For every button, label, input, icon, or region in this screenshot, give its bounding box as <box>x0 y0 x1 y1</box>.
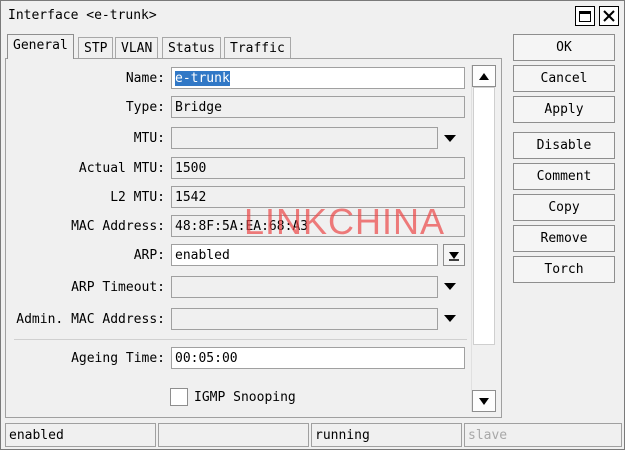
copy-button[interactable]: Copy <box>513 194 615 221</box>
chevron-down-icon <box>444 282 456 290</box>
admin-mac-input[interactable] <box>171 308 438 330</box>
comment-button[interactable]: Comment <box>513 163 615 190</box>
arp-dropdown-button[interactable] <box>443 244 465 266</box>
window-title: Interface <e-trunk> <box>8 8 157 23</box>
torch-button[interactable]: Torch <box>513 256 615 283</box>
mac-address-label: MAC Address: <box>71 219 165 234</box>
scroll-thumb[interactable] <box>473 87 495 345</box>
arp-select[interactable]: enabled <box>171 244 438 266</box>
arp-timeout-label: ARP Timeout: <box>71 280 165 295</box>
ok-button[interactable]: OK <box>513 34 615 61</box>
type-label: Type: <box>125 100 165 115</box>
remove-button[interactable]: Remove <box>513 225 615 252</box>
title-bar[interactable]: Interface <e-trunk> <box>1 1 624 31</box>
tab-traffic[interactable]: Traffic <box>224 37 291 59</box>
arp-label: ARP: <box>133 248 165 263</box>
ageing-time-label: Ageing Time: <box>71 351 165 366</box>
tab-stp[interactable]: STP <box>78 37 114 59</box>
interface-dialog: Interface <e-trunk> General STP VLAN Sta… <box>0 0 625 450</box>
general-panel: Name: e-trunk Type: Bridge MTU: Actual M… <box>5 58 502 418</box>
tab-general[interactable]: General <box>7 34 74 59</box>
name-value: e-trunk <box>175 71 230 86</box>
admin-mac-label: Admin. MAC Address: <box>16 312 165 327</box>
arp-timeout-input[interactable] <box>171 276 438 298</box>
name-label: Name: <box>125 71 165 86</box>
mtu-dropdown[interactable] <box>443 133 457 143</box>
maximize-button[interactable] <box>575 6 595 26</box>
vertical-scrollbar[interactable] <box>471 65 496 412</box>
scroll-down-icon <box>479 397 489 405</box>
name-input[interactable]: e-trunk <box>171 67 465 89</box>
arp-timeout-dropdown[interactable] <box>443 281 457 291</box>
tab-status[interactable]: Status <box>162 37 221 59</box>
scroll-up-button[interactable] <box>472 65 496 87</box>
scroll-down-button[interactable] <box>472 390 496 412</box>
l2-mtu-field: 1542 <box>171 186 465 208</box>
separator <box>14 339 467 340</box>
disable-button[interactable]: Disable <box>513 132 615 159</box>
status-bar: enabled running slave <box>5 423 622 447</box>
apply-button[interactable]: Apply <box>513 96 615 123</box>
close-button[interactable] <box>599 6 619 26</box>
actual-mtu-field: 1500 <box>171 157 465 179</box>
tab-vlan[interactable]: VLAN <box>115 37 159 59</box>
chevron-down-icon <box>444 134 456 142</box>
status-state: enabled <box>5 423 156 447</box>
igmp-snooping-label: IGMP Snooping <box>194 390 296 405</box>
maximize-icon <box>579 10 591 22</box>
l2-mtu-label: L2 MTU: <box>110 190 165 205</box>
status-running: running <box>311 423 462 447</box>
ageing-time-input[interactable]: 00:05:00 <box>171 347 465 369</box>
scroll-up-icon <box>479 72 489 80</box>
mac-address-field: 48:8F:5A:EA:68:A3 <box>171 215 465 237</box>
mtu-label: MTU: <box>133 131 165 146</box>
chevron-down-icon <box>444 314 456 322</box>
cancel-button[interactable]: Cancel <box>513 65 615 92</box>
close-icon <box>603 10 615 22</box>
status-blank <box>158 423 309 447</box>
mtu-input[interactable] <box>171 127 438 149</box>
actual-mtu-label: Actual MTU: <box>78 161 165 176</box>
chevron-down-icon <box>449 252 459 261</box>
admin-mac-dropdown[interactable] <box>443 313 457 323</box>
type-field: Bridge <box>171 96 465 118</box>
igmp-snooping-checkbox[interactable] <box>170 388 188 406</box>
status-slave: slave <box>464 423 622 447</box>
